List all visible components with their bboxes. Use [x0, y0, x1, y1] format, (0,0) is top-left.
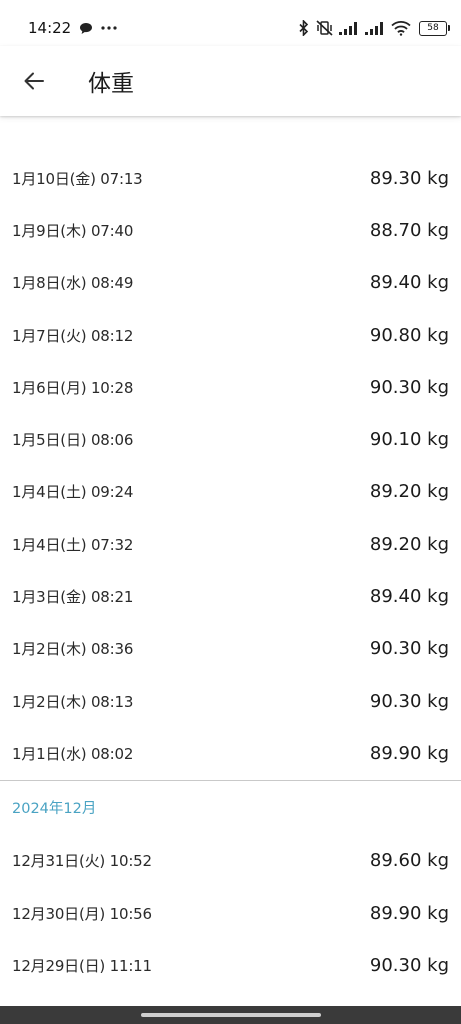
entry-date: 1月9日(木) 07:40	[12, 221, 134, 240]
december-entries: 12月31日(火) 10:52 89.60 kg 12月30日(月) 10:56 89…	[0, 835, 461, 992]
signal-icon	[339, 21, 359, 35]
entry-date: 1月4日(土) 07:32	[12, 535, 134, 554]
status-left: 14:22	[28, 19, 117, 37]
entry-weight: 89.30 kg	[369, 167, 449, 189]
battery-level: 58	[427, 22, 439, 33]
entry-weight: 89.90 kg	[369, 742, 449, 764]
status-time: 14:22	[28, 19, 72, 37]
chat-bubble-icon	[79, 22, 93, 35]
entry-date: 1月2日(木) 08:13	[12, 692, 134, 711]
list-item[interactable]: 12月29日(日) 11:11 90.30 kg	[0, 939, 461, 991]
entry-date: 12月30日(月) 10:56	[12, 904, 152, 923]
entry-weight: 89.20 kg	[369, 533, 449, 555]
page-title: 体重	[88, 71, 134, 97]
section-header-december: 2024年12月	[12, 801, 97, 818]
entry-weight: 90.80 kg	[369, 324, 449, 346]
entry-date: 12月29日(日) 11:11	[12, 956, 152, 975]
entry-date: 1月1日(水) 08:02	[12, 744, 134, 763]
list-item[interactable]: 1月7日(火) 08:12 90.80 kg	[0, 309, 461, 361]
entry-date: 1月7日(火) 08:12	[12, 326, 134, 345]
app-bar: 体重	[0, 46, 461, 116]
list-item[interactable]: 1月10日(金) 07:13 89.30 kg	[0, 152, 461, 204]
entry-weight: 89.40 kg	[369, 272, 449, 294]
entry-weight: 89.60 kg	[369, 850, 449, 872]
entry-weight: 89.40 kg	[369, 586, 449, 608]
entry-weight: 90.30 kg	[369, 638, 449, 660]
list-item[interactable]: 12月31日(火) 10:52 89.60 kg	[0, 835, 461, 887]
signal-icon-2	[365, 21, 385, 35]
wifi-icon	[391, 20, 411, 36]
entry-weight: 90.30 kg	[369, 954, 449, 976]
list-item[interactable]: 1月3日(金) 08:21 89.40 kg	[0, 570, 461, 622]
entry-date: 1月8日(水) 08:49	[12, 274, 134, 293]
january-entries: 1月10日(金) 07:13 89.30 kg 1月9日(木) 07:40 88.70…	[0, 152, 461, 780]
list-item[interactable]: 1月2日(木) 08:13 90.30 kg	[0, 675, 461, 727]
bluetooth-icon	[299, 20, 309, 36]
entry-weight: 89.90 kg	[369, 902, 449, 924]
more-dots-icon	[101, 26, 117, 30]
weight-list[interactable]: 1月10日(金) 07:13 89.30 kg 1月9日(木) 07:40 88.70…	[0, 116, 461, 1006]
partial-row-cut-off	[0, 116, 461, 152]
list-item[interactable]: 1月8日(水) 08:49 89.40 kg	[0, 257, 461, 309]
list-item[interactable]: 1月4日(土) 09:24 89.20 kg	[0, 466, 461, 518]
status-right: 58	[299, 20, 450, 36]
entry-date: 1月10日(金) 07:13	[12, 169, 143, 188]
system-nav-bar	[0, 1006, 461, 1024]
entry-date: 1月4日(土) 09:24	[12, 483, 134, 502]
list-item[interactable]: 12月30日(月) 10:56 89.90 kg	[0, 887, 461, 939]
entry-date: 12月31日(火) 10:52	[12, 852, 152, 871]
back-button[interactable]	[10, 57, 58, 105]
entry-date: 1月6日(月) 10:28	[12, 378, 134, 397]
entry-weight: 90.30 kg	[369, 690, 449, 712]
entry-weight: 90.30 kg	[369, 376, 449, 398]
list-item[interactable]: 1月9日(木) 07:40 88.70 kg	[0, 204, 461, 256]
entry-weight: 89.20 kg	[369, 481, 449, 503]
vibrate-off-icon	[315, 20, 333, 36]
list-item[interactable]: 1月4日(土) 07:32 89.20 kg	[0, 518, 461, 570]
battery-icon: 58	[419, 20, 450, 36]
entry-weight: 88.70 kg	[369, 219, 449, 241]
entry-date: 1月5日(日) 08:06	[12, 431, 134, 450]
entry-weight: 90.10 kg	[369, 429, 449, 451]
arrow-back-icon	[23, 70, 45, 92]
list-item[interactable]: 1月6日(月) 10:28 90.30 kg	[0, 361, 461, 413]
list-item[interactable]: 1月2日(木) 08:36 90.30 kg	[0, 623, 461, 675]
home-gesture-handle[interactable]	[140, 1013, 321, 1017]
entry-date: 1月2日(木) 08:36	[12, 640, 134, 659]
entry-date: 1月3日(金) 08:21	[12, 588, 134, 607]
list-item[interactable]: 1月5日(日) 08:06 90.10 kg	[0, 413, 461, 465]
list-item[interactable]: 1月1日(水) 08:02 89.90 kg	[0, 727, 461, 779]
